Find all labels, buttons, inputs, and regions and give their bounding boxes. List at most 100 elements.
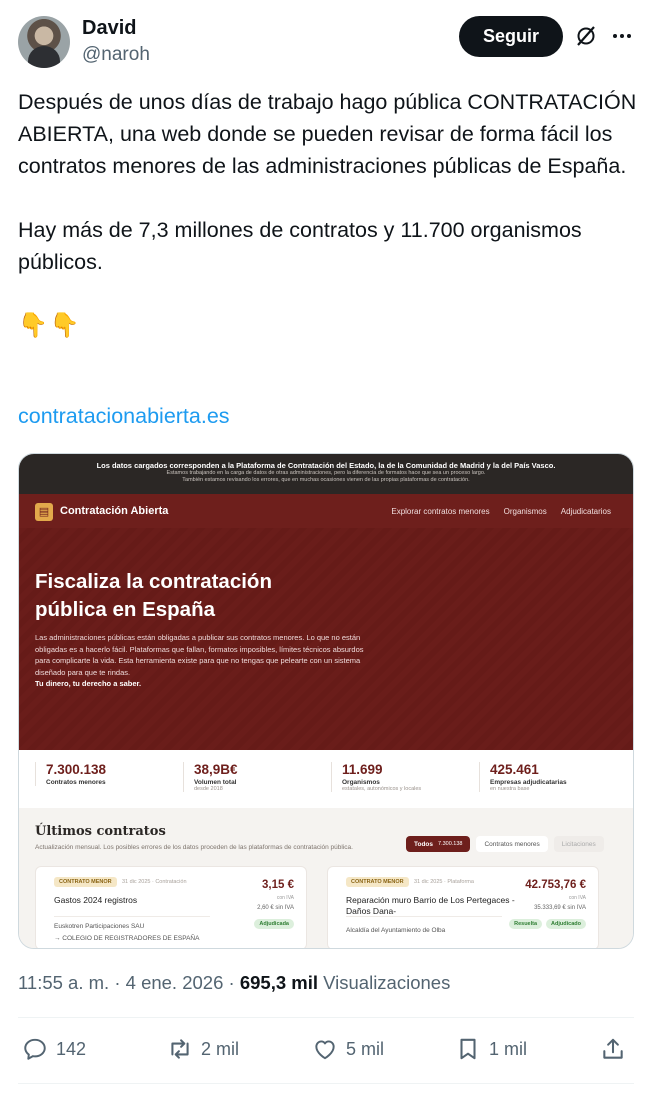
- views-label: Visualizaciones: [323, 972, 451, 993]
- stat-item: 11.699 Organismos estatales, autonómicos…: [331, 762, 471, 792]
- hero-tagline: Tu dinero, tu derecho a saber.: [35, 679, 142, 688]
- banner-text: Los datos cargados corresponden a la Pla…: [96, 461, 556, 470]
- separator-dot: ·: [114, 972, 126, 993]
- stat-label: Empresas adjudicatarias: [490, 779, 567, 786]
- pointing-down-emoji: 👇👇: [18, 312, 82, 339]
- site-banner: Los datos cargados corresponden a la Pla…: [19, 454, 633, 494]
- stat-label: Contratos menores: [46, 779, 106, 786]
- divider: [54, 916, 210, 917]
- section-subtitle: Actualización mensual. Los posibles erro…: [35, 844, 353, 851]
- views-count[interactable]: 695,3 mil: [240, 972, 318, 993]
- filter-label: Licitaciones: [561, 840, 596, 848]
- grok-icon[interactable]: [574, 24, 598, 48]
- divider: [18, 1083, 634, 1084]
- site-nav-link: Organismos: [503, 507, 547, 516]
- tweet-meta: 11:55 a. m. · 4 ene. 2026 · 695,3 mil Vi…: [18, 972, 450, 994]
- contract-amount: 42.753,76 €: [525, 879, 586, 891]
- contract-amount-no-iva: 2,60 € sin IVA: [257, 905, 294, 911]
- like-button[interactable]: 5 mil: [312, 1036, 384, 1062]
- author-name[interactable]: David: [82, 17, 136, 40]
- contract-badges: Adjudicada: [254, 919, 294, 929]
- like-count: 5 mil: [346, 1038, 385, 1059]
- stat-value: 38,9B€: [194, 762, 238, 777]
- contract-awardee: → COLEGIO DE REGISTRADORES DE ESPAÑA: [54, 935, 200, 942]
- stat-label: Organismos: [342, 779, 380, 786]
- attached-image[interactable]: Los datos cargados corresponden a la Pla…: [18, 453, 634, 949]
- contract-card: CONTRATO MENOR 31 dic 2025 · Plataforma …: [327, 866, 599, 948]
- reply-icon: [24, 1038, 46, 1060]
- separator-dot: ·: [228, 972, 240, 993]
- contract-tag: CONTRATO MENOR: [346, 877, 409, 887]
- stat-sub: en nuestra base: [490, 786, 530, 792]
- contract-card: CONTRATO MENOR 31 dic 2025 · Contratació…: [35, 866, 307, 948]
- contract-organism: Alcaldía del Ayuntamiento de Olba: [346, 927, 446, 934]
- site-hero: Fiscaliza la contratación pública en Esp…: [19, 528, 633, 750]
- filter-label: Todos: [414, 840, 434, 848]
- tweet-paragraph: Después de unos días de trabajo hago púb…: [18, 90, 637, 178]
- follow-button[interactable]: Seguir: [459, 16, 563, 57]
- reply-count: 142: [56, 1038, 87, 1059]
- divider: [18, 1017, 634, 1018]
- contract-amount: 3,15 €: [262, 879, 294, 891]
- tweet-header: David @naroh Seguir: [18, 14, 634, 70]
- hero-description: Las administraciones públicas están obli…: [35, 632, 365, 690]
- author-handle[interactable]: @naroh: [82, 44, 150, 66]
- tweet-actions: 142 2 mil 5 mil 1 mil: [22, 1036, 632, 1066]
- stat-value: 11.699: [342, 762, 383, 777]
- section-title: Últimos contratos: [35, 824, 166, 839]
- contract-meta: 31 dic 2025 · Contratación: [122, 879, 187, 885]
- contract-amount-no-iva: 35.333,69 € sin IVA: [534, 905, 586, 911]
- tweet-text: Después de unos días de trabajo hago púb…: [18, 86, 638, 374]
- latest-contracts: Últimos contratos Actualización mensual.…: [19, 808, 633, 948]
- hero-description-text: Las administraciones públicas están obli…: [35, 633, 364, 677]
- heart-icon: [315, 1040, 335, 1060]
- site-brand: Contratación Abierta: [60, 505, 169, 517]
- contract-iva: con IVA: [276, 895, 294, 901]
- more-icon[interactable]: [610, 24, 634, 48]
- banner-text: También estamos revisando los errores, q…: [182, 477, 470, 483]
- share-button[interactable]: [600, 1036, 626, 1062]
- contract-title: Reparación muro Barrio de Los Pertegaces…: [346, 895, 515, 916]
- tweet-paragraph: Hay más de 7,3 millones de contratos y 1…: [18, 218, 582, 274]
- filter-all: Todos 7.300.138: [406, 836, 471, 852]
- status-badge: Adjudicado: [546, 919, 586, 929]
- filter-count: 7.300.138: [438, 841, 463, 847]
- stat-label: Volumen total: [194, 779, 237, 786]
- status-badge: Adjudicada: [254, 919, 294, 929]
- stat-sub: desde 2018: [194, 786, 223, 792]
- status-badge: Resuelta: [509, 919, 543, 929]
- filter-minor-contracts: Contratos menores: [476, 836, 548, 852]
- contract-organism: Euskotren Participaciones SAU: [54, 923, 145, 930]
- bookmark-button[interactable]: 1 mil: [455, 1036, 527, 1062]
- stat-value: 425.461: [490, 762, 539, 777]
- filter-tenders: Licitaciones: [553, 836, 604, 852]
- stat-item: 425.461 Empresas adjudicatarias en nuest…: [479, 762, 619, 792]
- stats-bar: 7.300.138 Contratos menores 38,9B€ Volum…: [19, 750, 633, 808]
- document-icon: ▤: [35, 503, 53, 521]
- retweet-button[interactable]: 2 mil: [167, 1036, 239, 1062]
- stat-sub: estatales, autonómicos y locales: [342, 786, 422, 792]
- retweet-count: 2 mil: [201, 1038, 240, 1059]
- hero-title: Fiscaliza la contratación pública en Esp…: [35, 570, 272, 621]
- site-navbar: ▤ Contratación Abierta Explorar contrato…: [19, 494, 633, 528]
- contract-title: Gastos 2024 registros: [54, 895, 138, 905]
- contract-badges: Resuelta Adjudicado: [509, 919, 586, 929]
- retweet-icon: [171, 1039, 189, 1059]
- tweet-link[interactable]: contratacionabierta.es: [18, 404, 230, 429]
- avatar[interactable]: [18, 16, 70, 68]
- bookmark-icon: [460, 1038, 476, 1060]
- divider: [346, 916, 502, 917]
- tweet-time[interactable]: 11:55 a. m.: [18, 972, 109, 993]
- site-nav-links: Explorar contratos menores Organismos Ad…: [391, 507, 611, 516]
- contract-meta: 31 dic 2025 · Plataforma: [414, 879, 474, 885]
- site-nav-link: Adjudicatarios: [560, 507, 611, 516]
- share-icon: [603, 1038, 623, 1059]
- contract-iva: con IVA: [568, 895, 586, 901]
- stat-item: 38,9B€ Volumen total desde 2018: [183, 762, 323, 792]
- banner-text: Estamos trabajando en la carga de datos …: [166, 470, 486, 476]
- filter-tabs: Todos 7.300.138 Contratos menores Licita…: [406, 836, 604, 852]
- reply-button[interactable]: 142: [22, 1036, 86, 1062]
- stat-value: 7.300.138: [46, 762, 107, 777]
- tweet-date[interactable]: 4 ene. 2026: [126, 972, 224, 993]
- contract-tag: CONTRATO MENOR: [54, 877, 117, 887]
